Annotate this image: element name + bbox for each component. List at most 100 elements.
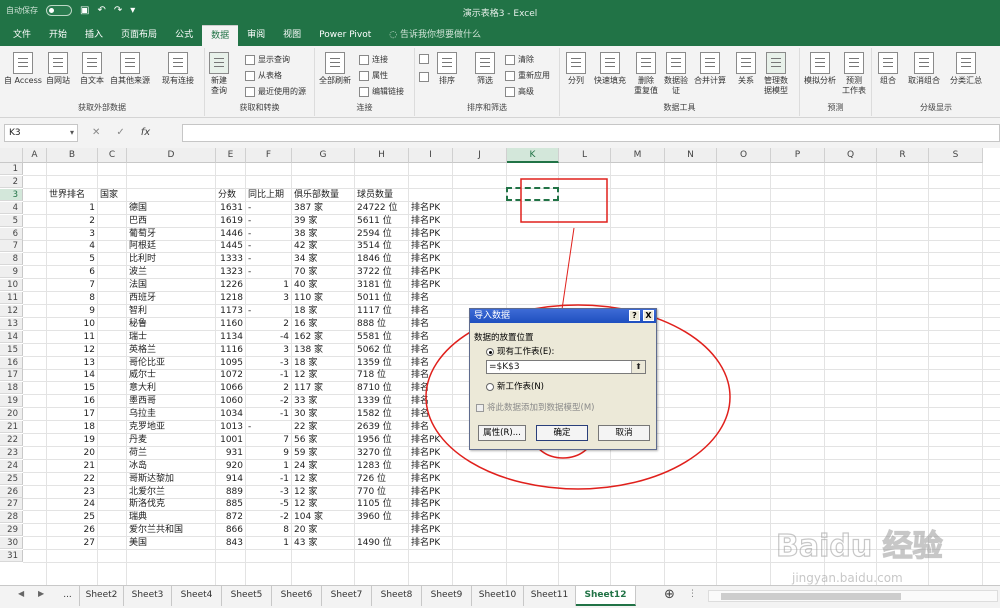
players-cell[interactable]: 770 位 <box>357 486 386 498</box>
row-header[interactable]: 5 <box>0 214 23 227</box>
score-cell[interactable]: 1060 <box>216 395 243 407</box>
country-cell[interactable]: 斯洛伐克 <box>129 498 165 510</box>
players-cell[interactable]: 1283 位 <box>357 460 392 472</box>
row-header[interactable]: 25 <box>0 472 23 485</box>
score-cell[interactable]: 1066 <box>216 382 243 394</box>
change-cell[interactable]: - <box>248 215 251 227</box>
pk-cell[interactable]: 排名 <box>411 331 429 343</box>
country-cell[interactable]: 哥斯达黎加 <box>129 473 174 485</box>
row-header[interactable]: 10 <box>0 279 23 292</box>
pk-cell[interactable]: 排名PK <box>411 537 440 549</box>
sheet-tab[interactable]: Sheet11 <box>524 586 576 606</box>
connections-button[interactable]: 连接 <box>359 54 388 65</box>
country-cell[interactable]: 美国 <box>129 537 147 549</box>
players-cell[interactable]: 718 位 <box>357 369 386 381</box>
players-cell[interactable]: 1582 位 <box>357 408 392 420</box>
country-cell[interactable]: 秘鲁 <box>129 318 147 330</box>
rank-cell[interactable]: 27 <box>47 537 95 549</box>
country-cell[interactable]: 克罗地亚 <box>129 421 165 433</box>
subtotal-button[interactable]: 分类汇总 <box>950 52 982 86</box>
column-header[interactable]: I <box>409 148 453 163</box>
new-query-button[interactable]: 新建 查询 <box>209 52 229 96</box>
pk-cell[interactable]: 排名PK <box>411 240 440 252</box>
pk-cell[interactable]: 排名PK <box>411 228 440 240</box>
change-cell[interactable]: -5 <box>246 498 289 510</box>
country-cell[interactable]: 墨西哥 <box>129 395 156 407</box>
rank-cell[interactable]: 7 <box>47 279 95 291</box>
sheet-tab[interactable]: Sheet10 <box>472 586 524 606</box>
header-cell-country[interactable]: 国家 <box>100 189 118 201</box>
pk-cell[interactable]: 排名PK <box>411 511 440 523</box>
column-header[interactable]: R <box>877 148 929 163</box>
rank-cell[interactable]: 15 <box>47 382 95 394</box>
score-cell[interactable]: 1323 <box>216 266 243 278</box>
players-cell[interactable]: 2594 位 <box>357 228 392 240</box>
formula-input[interactable] <box>182 124 1000 142</box>
tab-formulas[interactable]: 公式 <box>166 25 202 46</box>
players-cell[interactable]: 726 位 <box>357 473 386 485</box>
change-cell[interactable]: - <box>248 202 251 214</box>
sort-az-button[interactable] <box>419 54 429 64</box>
pk-cell[interactable]: 排名PK <box>411 215 440 227</box>
row-header[interactable]: 19 <box>0 395 23 408</box>
change-cell[interactable]: 2 <box>246 318 289 330</box>
clubs-cell[interactable]: 59 家 <box>294 447 317 459</box>
sheet-tab[interactable]: Sheet3 <box>124 586 172 606</box>
sheet-tab[interactable]: Sheet7 <box>322 586 372 606</box>
clubs-cell[interactable]: 56 家 <box>294 434 317 446</box>
data-validation-button[interactable]: 数据验 证 <box>664 52 688 96</box>
pk-cell[interactable]: 排名 <box>411 357 429 369</box>
players-cell[interactable]: 5011 位 <box>357 292 392 304</box>
cancel-icon[interactable]: ✕ <box>92 127 100 138</box>
new-sheet-option[interactable]: 新工作表(N) <box>486 380 544 392</box>
column-header[interactable]: H <box>355 148 409 163</box>
group-button[interactable]: 组合 <box>878 52 898 86</box>
change-cell[interactable]: - <box>248 266 251 278</box>
tab-page-layout[interactable]: 页面布局 <box>112 25 166 46</box>
sheet-tab[interactable]: ... <box>56 586 80 606</box>
score-cell[interactable]: 1001 <box>216 434 243 446</box>
enter-icon[interactable]: ✓ <box>116 127 124 138</box>
row-header[interactable]: 15 <box>0 343 23 356</box>
flash-fill-button[interactable]: 快速填充 <box>594 52 626 86</box>
clubs-cell[interactable]: 12 家 <box>294 473 317 485</box>
score-cell[interactable]: 1631 <box>216 202 243 214</box>
players-cell[interactable]: 1956 位 <box>357 434 392 446</box>
column-header[interactable]: J <box>453 148 507 163</box>
pk-cell[interactable]: 排名PK <box>411 202 440 214</box>
column-header[interactable]: F <box>246 148 292 163</box>
show-queries-button[interactable]: 显示查询 <box>245 54 290 65</box>
score-cell[interactable]: 1445 <box>216 240 243 252</box>
close-button[interactable]: X <box>643 310 654 321</box>
rank-cell[interactable]: 20 <box>47 447 95 459</box>
clubs-cell[interactable]: 162 家 <box>294 331 323 343</box>
sheet-tab[interactable]: Sheet2 <box>80 586 124 606</box>
country-cell[interactable]: 哥伦比亚 <box>129 357 165 369</box>
pk-cell[interactable]: 排名 <box>411 382 429 394</box>
country-cell[interactable]: 巴西 <box>129 215 147 227</box>
pk-cell[interactable]: 排名 <box>411 292 429 304</box>
column-header[interactable]: C <box>98 148 127 163</box>
clubs-cell[interactable]: 12 家 <box>294 498 317 510</box>
column-header[interactable]: D <box>127 148 216 163</box>
select-all-corner[interactable] <box>0 148 23 163</box>
selected-cell-k3[interactable] <box>506 186 559 201</box>
change-cell[interactable]: -1 <box>246 473 289 485</box>
row-header[interactable]: 31 <box>0 550 23 562</box>
players-cell[interactable]: 1105 位 <box>357 498 392 510</box>
column-header[interactable]: O <box>717 148 771 163</box>
change-cell[interactable]: -2 <box>246 395 289 407</box>
row-header[interactable]: 26 <box>0 485 23 498</box>
score-cell[interactable]: 1095 <box>216 357 243 369</box>
players-cell[interactable]: 1339 位 <box>357 395 392 407</box>
forecast-sheet-button[interactable]: 预测 工作表 <box>842 52 866 96</box>
rank-cell[interactable]: 17 <box>47 408 95 420</box>
from-text-button[interactable]: 自文本 <box>80 52 104 86</box>
ok-button[interactable]: 确定 <box>536 425 588 441</box>
row-header[interactable]: 8 <box>0 253 23 266</box>
change-cell[interactable]: -1 <box>246 408 289 420</box>
pk-cell[interactable]: 排名 <box>411 408 429 420</box>
tab-home[interactable]: 开始 <box>40 25 76 46</box>
column-header[interactable]: P <box>771 148 825 163</box>
change-cell[interactable]: 1 <box>246 460 289 472</box>
